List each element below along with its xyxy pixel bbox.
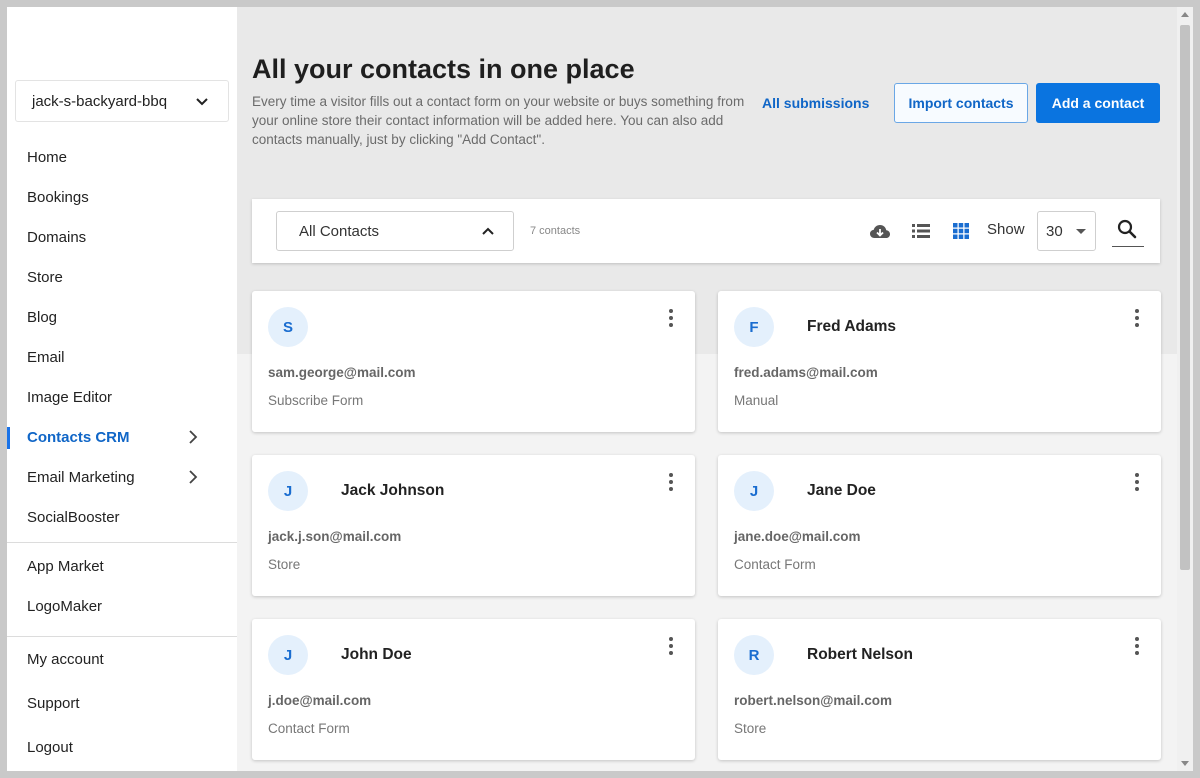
avatar: J xyxy=(268,635,308,675)
show-label: Show xyxy=(987,221,1025,238)
kebab-menu-icon[interactable] xyxy=(1129,635,1145,657)
scroll-thumb[interactable] xyxy=(1180,25,1190,570)
sidebar-item-label: Contacts CRM xyxy=(27,428,130,446)
contact-count: 7 contacts xyxy=(530,225,581,237)
sidebar-item-label: SocialBooster xyxy=(27,508,120,526)
chevron-down-icon xyxy=(196,98,208,106)
contact-card[interactable]: J Jack Johnson jack.j.son@mail.com Store xyxy=(252,455,695,596)
contact-name: Fred Adams xyxy=(807,318,897,335)
sidebar-divider xyxy=(7,542,237,543)
contact-filter-select[interactable]: All Contacts xyxy=(276,211,514,251)
sidebar-item-label: App Market xyxy=(27,557,104,575)
sidebar-item-label: LogoMaker xyxy=(27,597,103,615)
avatar: J xyxy=(734,471,774,511)
sidebar-item-contacts-crm[interactable]: Contacts CRM xyxy=(7,417,237,457)
sidebar-item-label: Email xyxy=(27,348,65,366)
contact-email: jack.j.son@mail.com xyxy=(268,529,402,544)
site-selector[interactable]: jack-s-backyard-bbq xyxy=(15,80,229,122)
contact-email: j.doe@mail.com xyxy=(268,693,372,708)
sidebar-item-image-editor[interactable]: Image Editor xyxy=(7,377,237,417)
avatar: J xyxy=(268,471,308,511)
page-size-select[interactable]: 30 xyxy=(1037,211,1096,251)
sidebar-item-domains[interactable]: Domains xyxy=(7,217,237,257)
contact-email: fred.adams@mail.com xyxy=(734,365,878,380)
sidebar-item-logout[interactable]: Logout xyxy=(7,727,237,767)
scroll-down-icon[interactable] xyxy=(1181,761,1189,766)
sidebar-item-label: Image Editor xyxy=(27,388,113,406)
sidebar-item-blog[interactable]: Blog xyxy=(7,297,237,337)
sidebar-item-label: Store xyxy=(27,268,63,286)
sidebar-item-logomaker[interactable]: LogoMaker xyxy=(7,586,237,626)
sidebar-item-label: Home xyxy=(27,148,68,166)
chevron-right-icon xyxy=(189,430,198,444)
contact-source: Store xyxy=(268,557,301,572)
contact-source: Contact Form xyxy=(268,721,350,736)
chevron-right-icon xyxy=(189,470,198,484)
contact-card[interactable]: R Robert Nelson robert.nelson@mail.com S… xyxy=(718,619,1161,760)
sidebar-item-email[interactable]: Email xyxy=(7,337,237,377)
sidebar-item-email-marketing[interactable]: Email Marketing xyxy=(7,457,237,497)
kebab-menu-icon[interactable] xyxy=(1129,307,1145,329)
caret-down-icon xyxy=(1076,229,1086,234)
sidebar-item-my-account[interactable]: My account xyxy=(7,639,237,679)
site-name: jack-s-backyard-bbq xyxy=(32,92,168,110)
contact-source: Contact Form xyxy=(734,557,816,572)
sidebar-item-label: Email Marketing xyxy=(27,468,135,486)
search-button[interactable] xyxy=(1112,211,1144,247)
main-content: All your contacts in one place Every tim… xyxy=(237,7,1177,771)
kebab-menu-icon[interactable] xyxy=(663,471,679,493)
search-icon xyxy=(1117,219,1137,239)
page-size-value: 30 xyxy=(1046,222,1063,240)
sidebar-item-label: Domains xyxy=(27,228,87,246)
kebab-menu-icon[interactable] xyxy=(663,307,679,329)
scroll-up-icon[interactable] xyxy=(1181,12,1189,17)
kebab-menu-icon[interactable] xyxy=(663,635,679,657)
contact-card[interactable]: J John Doe j.doe@mail.com Contact Form xyxy=(252,619,695,760)
sidebar-item-label: My account xyxy=(27,650,104,668)
sidebar-item-bookings[interactable]: Bookings xyxy=(7,177,237,217)
add-contact-button[interactable]: Add a contact xyxy=(1036,83,1160,123)
contact-name: Jack Johnson xyxy=(341,482,445,499)
sidebar-item-label: Logout xyxy=(27,738,73,756)
cloud-download-icon[interactable] xyxy=(868,219,892,243)
contact-source: Manual xyxy=(734,393,779,408)
page-description: Every time a visitor fills out a contact… xyxy=(252,94,745,147)
contact-source: Store xyxy=(734,721,767,736)
grid-view-icon[interactable] xyxy=(949,219,973,243)
contact-name: Jane Doe xyxy=(807,482,876,499)
contact-email: sam.george@mail.com xyxy=(268,365,416,380)
sidebar-item-store[interactable]: Store xyxy=(7,257,237,297)
contact-email: jane.doe@mail.com xyxy=(734,529,861,544)
contact-card[interactable]: F Fred Adams fred.adams@mail.com Manual xyxy=(718,291,1161,432)
contact-email: robert.nelson@mail.com xyxy=(734,693,892,708)
sidebar-item-home[interactable]: Home xyxy=(7,137,237,177)
sidebar-item-support[interactable]: Support xyxy=(7,683,237,723)
import-contacts-button[interactable]: Import contacts xyxy=(894,83,1028,123)
app-window: jack-s-backyard-bbq Home Bookings Domain… xyxy=(7,7,1193,771)
avatar: F xyxy=(734,307,774,347)
kebab-menu-icon[interactable] xyxy=(1129,471,1145,493)
sidebar-item-socialbooster[interactable]: SocialBooster xyxy=(7,497,237,537)
sidebar-item-app-market[interactable]: App Market xyxy=(7,546,237,586)
contact-source: Subscribe Form xyxy=(268,393,364,408)
sidebar-item-label: Support xyxy=(27,694,80,712)
all-submissions-link[interactable]: All submissions xyxy=(762,83,869,123)
sidebar-item-label: Bookings xyxy=(27,188,89,206)
contact-card[interactable]: J Jane Doe jane.doe@mail.com Contact For… xyxy=(718,455,1161,596)
avatar: R xyxy=(734,635,774,675)
sidebar: jack-s-backyard-bbq Home Bookings Domain… xyxy=(7,7,237,771)
filter-value: All Contacts xyxy=(299,222,380,240)
chevron-up-icon xyxy=(482,227,494,235)
sidebar-divider xyxy=(7,636,237,637)
contact-name: Robert Nelson xyxy=(807,646,913,663)
contacts-toolbar: All Contacts 7 contacts Show 30 xyxy=(252,199,1160,263)
page-scrollbar[interactable] xyxy=(1177,7,1193,771)
page-title: All your contacts in one place xyxy=(252,54,635,84)
sidebar-item-label: Blog xyxy=(27,308,58,326)
contact-card[interactable]: S sam.george@mail.com Subscribe Form xyxy=(252,291,695,432)
contact-name: John Doe xyxy=(341,646,412,663)
list-view-icon[interactable] xyxy=(909,219,933,243)
avatar: S xyxy=(268,307,308,347)
